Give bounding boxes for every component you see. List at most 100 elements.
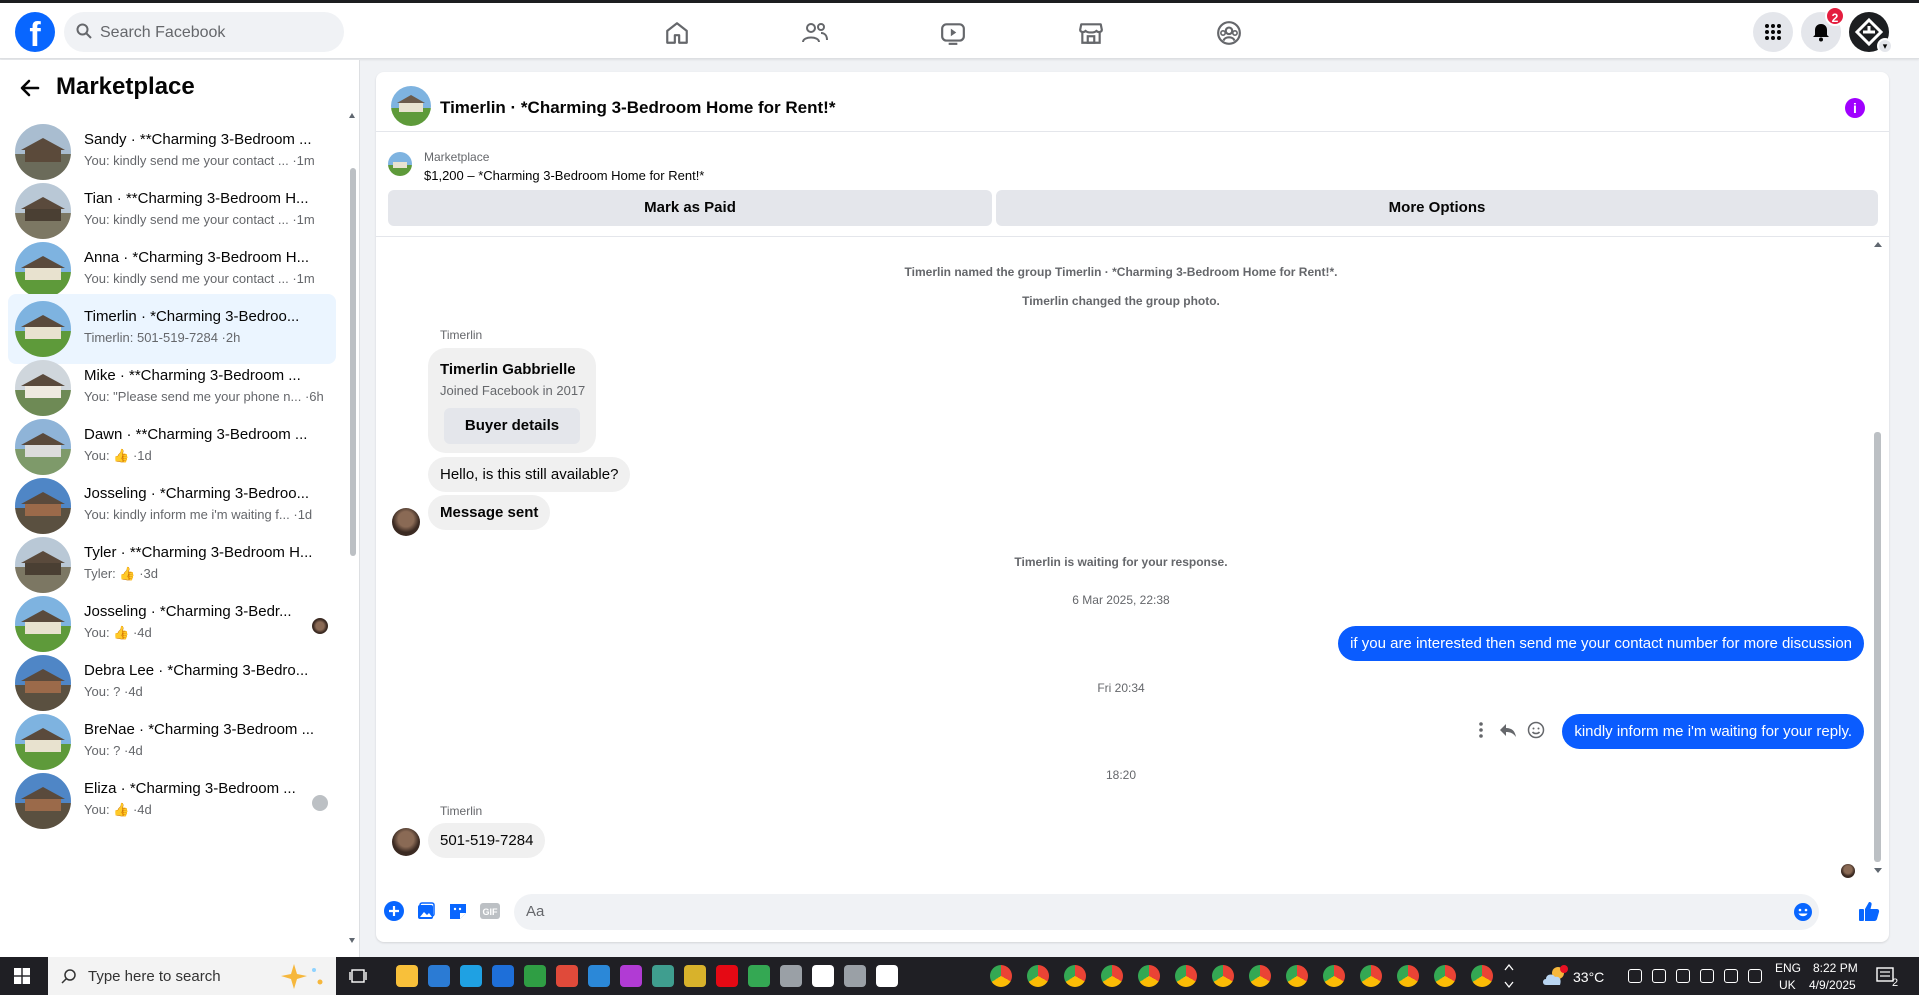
react-emoji-icon[interactable]	[1527, 721, 1545, 739]
taskbar-scroll-arrows-icon[interactable]	[1504, 961, 1514, 991]
reply-icon[interactable]	[1499, 721, 1517, 739]
chat-scroll-thumb[interactable]	[1874, 432, 1881, 862]
clock-time[interactable]: 8:22 PM	[1813, 961, 1858, 975]
system-message-named: Timerlin named the group Timerlin · *Cha…	[904, 265, 1338, 279]
app-icon[interactable]	[588, 965, 610, 987]
gif-icon[interactable]: GIF	[478, 899, 502, 923]
edge-browser-icon[interactable]	[460, 965, 482, 987]
pen-icon[interactable]	[1652, 969, 1666, 983]
message-input[interactable]: Aa	[514, 894, 1819, 930]
app-icon[interactable]	[620, 965, 642, 987]
app-icon[interactable]	[684, 965, 706, 987]
weather-temperature[interactable]: 33°C	[1573, 969, 1604, 985]
chevron-down-icon[interactable]: ▾	[1877, 38, 1893, 54]
chevron-up-icon[interactable]	[1628, 969, 1642, 983]
info-icon[interactable]: i	[1845, 98, 1865, 118]
app-icon[interactable]	[844, 965, 866, 987]
plus-icon[interactable]	[382, 899, 406, 923]
store-icon[interactable]	[492, 965, 514, 987]
facebook-logo-icon[interactable]: f	[15, 12, 55, 52]
buyer-joined: Joined Facebook in 2017	[440, 383, 586, 398]
waiting-notice: Timerlin is waiting for your response.	[1014, 555, 1228, 569]
conversation-title: Eliza · *Charming 3-Bedroom ...	[84, 780, 296, 797]
app-icon[interactable]	[876, 965, 898, 987]
search-highlight-sparkle-icon	[281, 964, 323, 989]
chrome-window-icon[interactable]	[1323, 965, 1345, 987]
listing-title[interactable]: $1,200 – *Charming 3-Bedroom Home for Re…	[424, 168, 704, 183]
chart-app-icon[interactable]	[524, 965, 546, 987]
notification-center-icon[interactable]	[1876, 966, 1904, 988]
chrome-window-icon[interactable]	[1212, 965, 1234, 987]
chrome-window-icon[interactable]	[1101, 965, 1123, 987]
app-icon[interactable]	[748, 965, 770, 987]
app-icon[interactable]	[780, 965, 802, 987]
account-avatar[interactable]: ▾	[1849, 12, 1893, 54]
file-explorer-icon[interactable]	[396, 965, 418, 987]
scroll-down-arrow-icon[interactable]	[1874, 867, 1882, 875]
conversation-title: Anna · *Charming 3-Bedroom H...	[84, 249, 310, 266]
search-placeholder: Search Facebook	[100, 24, 226, 41]
battery-icon[interactable]	[1748, 969, 1762, 983]
conversation-avatar	[15, 478, 71, 534]
video-icon[interactable]	[897, 11, 1009, 55]
scroll-up-arrow-icon[interactable]	[1874, 240, 1882, 248]
weather-cloud-icon[interactable]	[1541, 964, 1569, 988]
photo-icon[interactable]	[414, 899, 438, 923]
more-actions-icon[interactable]	[1474, 721, 1488, 739]
chat-title[interactable]: Timerlin · *Charming 3-Bedroom Home for …	[440, 98, 835, 118]
chrome-window-icon[interactable]	[1360, 965, 1382, 987]
message-bubble-incoming[interactable]: Message sent	[428, 495, 551, 530]
chrome-window-icon[interactable]	[1027, 965, 1049, 987]
notification-count-badge: 2	[1825, 6, 1845, 26]
input-region[interactable]: UK	[1779, 978, 1796, 992]
mark-as-paid-button[interactable]: Mark as Paid	[388, 190, 992, 226]
buyer-details-button[interactable]: Buyer details	[444, 408, 580, 444]
chrome-window-icon[interactable]	[1434, 965, 1456, 987]
app-icon[interactable]	[652, 965, 674, 987]
menu-grid-icon[interactable]	[1753, 12, 1793, 52]
back-arrow-icon[interactable]	[18, 76, 42, 100]
more-options-button[interactable]: More Options	[996, 190, 1878, 226]
groups-icon[interactable]	[1173, 11, 1285, 55]
message-bubble-outgoing[interactable]: if you are interested then send me your …	[1338, 626, 1864, 661]
home-icon[interactable]	[621, 11, 733, 55]
chrome-window-icon[interactable]	[1471, 965, 1493, 987]
marketplace-icon[interactable]	[1035, 11, 1147, 55]
taskbar-search-box[interactable]: Type here to search	[48, 957, 336, 995]
search-box[interactable]: Search Facebook	[64, 12, 344, 52]
chrome-window-icon[interactable]	[1064, 965, 1086, 987]
sender-avatar[interactable]	[392, 508, 420, 536]
buyer-name[interactable]: Timerlin Gabbrielle	[440, 361, 576, 378]
sidebar-scroll-thumb[interactable]	[350, 168, 356, 556]
friends-icon[interactable]	[759, 11, 871, 55]
chrome-window-icon[interactable]	[1249, 965, 1271, 987]
sender-avatar[interactable]	[392, 828, 420, 856]
message-bubble-outgoing[interactable]: kindly inform me i'm waiting for your re…	[1562, 714, 1864, 749]
display-icon[interactable]	[1700, 969, 1714, 983]
app-icon[interactable]	[428, 965, 450, 987]
like-thumb-icon[interactable]	[1857, 899, 1881, 923]
conversation-item[interactable]: Eliza · *Charming 3-Bedroom ... You: 👍 ·4…	[8, 766, 336, 836]
chrome-window-icon[interactable]	[1175, 965, 1197, 987]
conversation-preview: You: "Please send me your phone n... ·6h	[84, 389, 324, 404]
emoji-icon[interactable]	[1793, 902, 1813, 922]
chrome-window-icon[interactable]	[1397, 965, 1419, 987]
task-view-icon[interactable]	[349, 967, 367, 985]
input-language[interactable]: ENG	[1775, 961, 1801, 975]
chrome-window-icon[interactable]	[990, 965, 1012, 987]
chrome-icon[interactable]	[556, 965, 578, 987]
top-navigation-bar: f Search Facebook 2 ▾	[0, 3, 1919, 59]
windows-start-icon[interactable]	[14, 968, 30, 984]
chatgpt-icon[interactable]	[812, 965, 834, 987]
group-avatar[interactable]	[391, 86, 431, 126]
network-icon[interactable]	[1676, 969, 1690, 983]
message-bubble-incoming[interactable]: 501-519-7284	[428, 823, 546, 858]
sticker-icon[interactable]	[446, 899, 470, 923]
volume-icon[interactable]	[1724, 969, 1738, 983]
chrome-window-icon[interactable]	[1138, 965, 1160, 987]
chrome-window-icon[interactable]	[1286, 965, 1308, 987]
message-bubble-incoming[interactable]: Hello, is this still available?	[428, 457, 631, 492]
clock-date[interactable]: 4/9/2025	[1809, 978, 1856, 992]
taskbar-search-icon	[61, 969, 76, 984]
netflix-icon[interactable]	[716, 965, 738, 987]
